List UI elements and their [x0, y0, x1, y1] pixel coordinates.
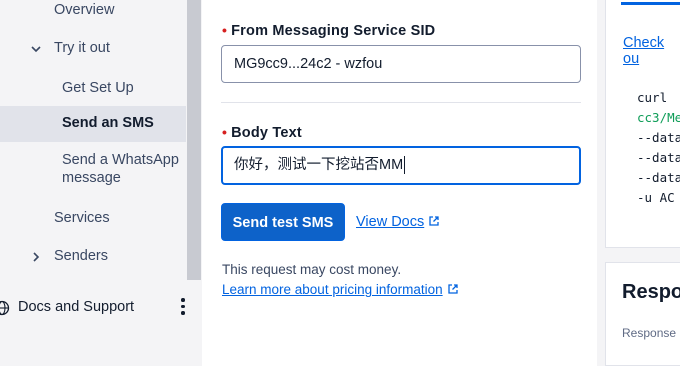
cost-note: This request may cost money. — [222, 262, 402, 277]
sidebar-item-label: Send an SMS — [62, 115, 154, 131]
required-indicator: • — [222, 124, 228, 140]
response-title: Respo — [622, 281, 680, 303]
sidebar: Overview Try it out Get Set Up Send an S… — [0, 0, 202, 366]
sidebar-item-overview[interactable]: Overview — [54, 2, 114, 18]
external-link-icon — [429, 216, 439, 226]
from-sid-select[interactable]: MG9cc9...24c2 - wzfou — [221, 45, 581, 83]
check-out-link[interactable]: Check ou — [623, 35, 680, 67]
sidebar-item-label: message — [62, 170, 121, 186]
external-link-icon — [447, 284, 458, 294]
view-docs-link[interactable]: View Docs — [356, 213, 440, 231]
active-tab-indicator — [621, 2, 680, 5]
sidebar-footer — [0, 336, 202, 366]
body-text-label: • Body Text — [222, 124, 302, 141]
sidebar-item-send-whatsapp[interactable]: Send a WhatsApp message — [62, 152, 179, 186]
sidebar-item-services[interactable]: Services — [54, 210, 110, 226]
required-indicator: • — [222, 22, 228, 38]
sidebar-item-label: Get Set Up — [62, 80, 134, 96]
sidebar-item-get-set-up[interactable]: Get Set Up — [62, 80, 134, 96]
chevron-down-icon — [31, 46, 41, 53]
code-sample: curl cc3/Me --data --data --data -u AC — [637, 90, 680, 205]
from-sid-value: MG9cc9...24c2 - wzfou — [234, 56, 383, 72]
more-options-icon[interactable] — [181, 298, 185, 318]
sidebar-item-label: Senders — [54, 248, 109, 264]
response-card — [605, 262, 680, 366]
sidebar-scrollbar-thumb[interactable] — [187, 0, 201, 280]
docs-and-support[interactable]: Docs and Support — [0, 288, 202, 328]
send-test-sms-button[interactable]: Send test SMS — [221, 203, 345, 241]
docs-and-support-label: Docs and Support — [18, 299, 135, 315]
sidebar-item-label: Try it out — [54, 40, 110, 56]
body-text-value: 你好，测试一下挖站否MM — [234, 157, 404, 173]
from-sid-label: • From Messaging Service SID — [222, 22, 436, 39]
body-text-input[interactable]: 你好，测试一下挖站否MM — [221, 146, 581, 185]
pricing-link[interactable]: Learn more about pricing information — [222, 282, 459, 297]
response-subtitle: Response — [622, 326, 677, 340]
sidebar-item-label: Send a WhatsApp — [62, 152, 179, 168]
globe-icon — [0, 300, 10, 316]
chevron-right-icon — [33, 252, 40, 262]
sidebar-item-label: Services — [54, 210, 110, 226]
divider — [221, 102, 581, 103]
sidebar-item-label: Overview — [54, 2, 115, 18]
sidebar-item-send-an-sms[interactable]: Send an SMS — [0, 106, 186, 142]
text-caret — [404, 156, 406, 175]
